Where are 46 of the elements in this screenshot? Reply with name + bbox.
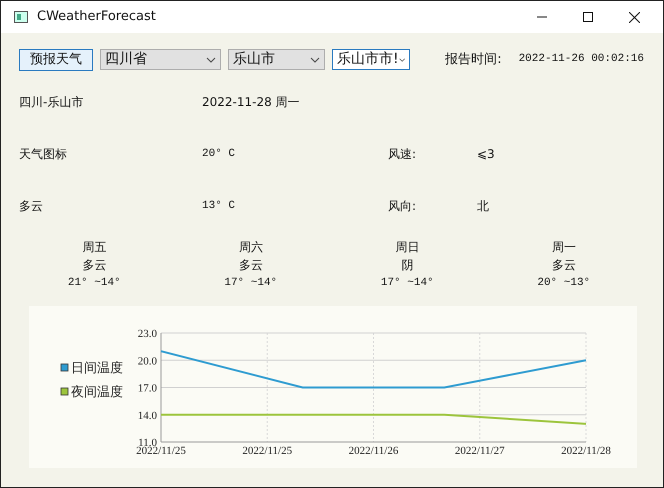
forecast-date: 2022-11-28 周一	[202, 94, 300, 111]
x-tick-label: 2022/11/25	[136, 445, 186, 457]
chevron-down-icon	[310, 56, 320, 62]
low-temperature: 13° C	[202, 198, 236, 214]
wind-speed: ⩽3	[477, 146, 495, 163]
wind-direction: 北	[477, 198, 489, 215]
report-time-label: 报告时间:	[445, 50, 502, 69]
location-text: 四川-乐山市	[19, 94, 84, 111]
window-title: CWeatherForecast	[37, 8, 156, 26]
y-tick-label: 23.0	[138, 328, 157, 340]
weather-icon-label: 天气图标	[19, 146, 67, 163]
app-icon	[14, 11, 28, 23]
report-time: 2022-11-26 00:02:16	[518, 52, 644, 68]
forecast-condition: 多云	[238, 257, 263, 274]
x-tick-label: 2022/11/25	[242, 445, 292, 457]
x-tick-label: 2022/11/26	[348, 445, 398, 457]
y-tick-label: 14.0	[138, 410, 157, 422]
dropdown[interactable]: 乐山市市!	[332, 49, 410, 70]
y-tick-label: 20.0	[138, 355, 157, 368]
dropdown[interactable]: 四川省	[100, 49, 221, 70]
wind-speed-label: 风速:	[388, 146, 416, 163]
close-icon[interactable]	[629, 12, 640, 22]
forecast-button[interactable]: 预报天气	[19, 48, 93, 70]
legend-label: 夜间温度	[71, 385, 123, 400]
forecast-temperature-range: 17° ~14°	[380, 276, 434, 291]
wind-direction-label: 风向:	[388, 198, 416, 215]
dropdown[interactable]: 乐山市	[228, 49, 325, 70]
forecast-temperature-range: 17° ~14°	[224, 276, 278, 291]
x-tick-label: 2022/11/28	[561, 445, 611, 457]
x-tick-label: 2022/11/27	[454, 445, 505, 457]
forecast-day: 周一	[552, 238, 576, 256]
y-tick-label: 17.0	[138, 382, 157, 394]
forecast-condition: 阴	[401, 257, 414, 274]
forecast-day: 周五	[82, 238, 106, 256]
chevron-down-icon	[398, 56, 405, 62]
weather-condition: 多云	[19, 198, 43, 215]
legend-label: 日间温度	[71, 361, 123, 376]
forecast-temperature-range: 21° ~14°	[68, 276, 121, 291]
forecast-day: 周日	[395, 238, 420, 256]
high-temperature: 20° C	[202, 146, 236, 162]
chevron-down-icon	[206, 56, 216, 62]
forecast-condition: 多云	[552, 257, 576, 274]
forecast-temperature-range: 20° ~13°	[537, 276, 590, 291]
forecast-condition: 多云	[82, 257, 106, 274]
maximize-icon[interactable]	[583, 12, 593, 22]
forecast-day: 周六	[238, 238, 263, 256]
